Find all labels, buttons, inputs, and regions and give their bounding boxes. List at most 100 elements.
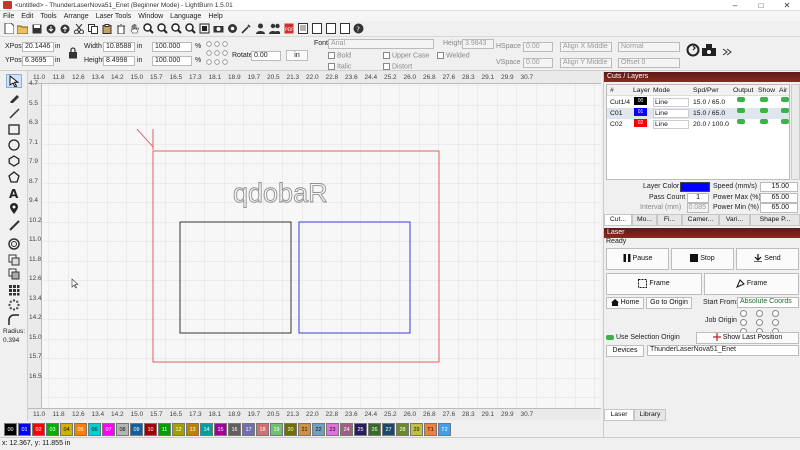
text-mode-select[interactable]: Normal (618, 42, 680, 52)
settings-gear-icon[interactable] (227, 23, 238, 34)
home-button[interactable]: Home (606, 297, 644, 309)
minimize-icon[interactable]: – (722, 0, 748, 11)
tab-camera[interactable]: Camer... (682, 214, 719, 226)
palette-swatch[interactable]: 23 (326, 422, 339, 436)
menu-file[interactable]: File (3, 13, 14, 20)
cut-layer-row[interactable]: C02 02 Line 20.0 / 100.0 (607, 119, 789, 130)
font-height-input[interactable]: 3.9843 (462, 39, 494, 49)
menu-language[interactable]: Language (170, 13, 201, 20)
frame-rect-button[interactable]: Frame (606, 273, 702, 295)
air-toggle[interactable] (781, 97, 789, 102)
start-from-select[interactable]: Absolute Coords (737, 297, 799, 308)
ellipse-tool-icon[interactable] (6, 138, 22, 152)
palette-swatch[interactable]: 16 (228, 422, 241, 436)
polygon-tool-icon[interactable] (6, 154, 22, 168)
bold-option[interactable]: Bold (328, 52, 351, 59)
cut-layer-row[interactable]: Cut1/4 00 Line 15.0 / 65.0 (607, 97, 789, 108)
users-icon[interactable] (269, 23, 280, 34)
close-icon[interactable]: ✕ (774, 0, 800, 11)
job-origin-center[interactable] (756, 319, 763, 326)
pentagon-tool-icon[interactable] (6, 170, 22, 184)
cut-layer-row[interactable]: C01 01 Line 15.0 / 65.0 (607, 108, 789, 119)
palette-swatch[interactable]: 19 (270, 422, 283, 436)
palette-swatch[interactable]: 11 (158, 422, 171, 436)
layer-mode-select[interactable]: Line (653, 120, 689, 129)
new-file-icon[interactable] (3, 23, 14, 34)
offset-input[interactable]: Offset 0 (618, 58, 680, 68)
stop-button[interactable]: Stop (671, 248, 734, 270)
show-toggle[interactable] (760, 97, 768, 102)
palette-swatch[interactable]: 13 (186, 422, 199, 436)
menu-window[interactable]: Window (138, 13, 163, 20)
menu-tools[interactable]: Tools (40, 13, 56, 20)
rectangle-tool-icon[interactable] (6, 122, 22, 136)
tab-move[interactable]: Mo... (632, 214, 657, 226)
zoom-out-icon[interactable] (157, 23, 168, 34)
palette-swatch[interactable]: 12 (172, 422, 185, 436)
palette-swatch[interactable]: 28 (396, 422, 409, 436)
circular-array-icon[interactable] (6, 298, 22, 312)
palette-swatch[interactable]: 03 (46, 422, 59, 436)
palette-swatch[interactable]: 05 (74, 422, 87, 436)
bold-checkbox[interactable] (328, 52, 335, 59)
anchor-grid-icon[interactable] (206, 41, 228, 67)
hspace-input[interactable]: 0.00 (523, 42, 553, 52)
position-laser-icon[interactable] (6, 202, 22, 216)
scale-height-input[interactable]: 100.000 (152, 56, 192, 66)
use-selection-origin-option[interactable]: Use Selection Origin (606, 334, 680, 341)
palette-swatch[interactable]: 09 (130, 422, 143, 436)
boolean-union-icon[interactable] (6, 253, 22, 267)
open-folder-icon[interactable] (17, 23, 28, 34)
maximize-icon[interactable]: □ (748, 0, 774, 11)
palette-swatch[interactable]: 24 (340, 422, 353, 436)
help-icon[interactable]: ? (353, 23, 364, 34)
interval-input[interactable]: 0.085 (687, 203, 709, 213)
vspace-input[interactable]: 0.00 (523, 58, 553, 68)
distort-checkbox[interactable] (383, 63, 390, 70)
palette-swatch[interactable]: T1 (424, 422, 437, 436)
palette-swatch[interactable]: 26 (368, 422, 381, 436)
delete-icon[interactable] (115, 23, 126, 34)
scale-width-input[interactable]: 100.000 (152, 42, 192, 52)
use-selection-origin-toggle[interactable] (606, 334, 614, 340)
layer-mode-select[interactable]: Line (653, 109, 689, 118)
italic-checkbox[interactable] (328, 63, 335, 70)
palette-swatch[interactable]: 22 (312, 422, 325, 436)
palette-swatch[interactable]: 15 (214, 422, 227, 436)
zoom-selection-icon[interactable] (185, 23, 196, 34)
palette-swatch[interactable]: T2 (438, 422, 451, 436)
frame-icon[interactable] (199, 23, 210, 34)
font-select[interactable]: Arial (328, 39, 434, 49)
palette-swatch[interactable]: 14 (200, 422, 213, 436)
pan-hand-icon[interactable] (129, 23, 140, 34)
show-toggle[interactable] (760, 108, 768, 113)
unit-toggle-button[interactable]: in (286, 50, 308, 61)
user-icon[interactable] (255, 23, 266, 34)
show-toggle[interactable] (760, 119, 768, 124)
ypos-input[interactable]: 6.3695 (22, 56, 54, 66)
palette-swatch[interactable]: 04 (60, 422, 73, 436)
power-max-input[interactable]: 65.00 (760, 193, 798, 203)
palette-swatch[interactable]: 07 (102, 422, 115, 436)
select-tool-icon[interactable] (6, 74, 22, 88)
cuts-scrollbar[interactable] (791, 84, 800, 180)
menu-laser-tools[interactable]: Laser Tools (96, 13, 132, 20)
canvas-text-object[interactable]: qdobaR (233, 178, 328, 209)
power-min-input[interactable]: 65.00 (760, 203, 798, 213)
palette-swatch[interactable]: 27 (382, 422, 395, 436)
welded-checkbox[interactable] (437, 52, 444, 59)
layer-mode-select[interactable]: Line (653, 98, 689, 107)
tab-laser[interactable]: Laser (604, 409, 634, 421)
lock-icon[interactable] (68, 47, 78, 61)
copy-icon[interactable] (87, 23, 98, 34)
radius-value[interactable]: 0.394 (3, 337, 19, 344)
tab-shape-properties[interactable]: Shape P... (750, 214, 800, 226)
speed-input[interactable]: 15.00 (760, 182, 798, 192)
frame-rubber-band-button[interactable]: Frame (704, 273, 799, 295)
align-x-select[interactable]: Align X Middle (560, 42, 612, 52)
job-origin-top-center[interactable] (756, 310, 763, 317)
measure-tool-icon[interactable] (6, 218, 22, 232)
text-tool-icon[interactable]: A (6, 186, 22, 200)
export-icon[interactable] (59, 23, 70, 34)
height-input[interactable]: 8.4998 (103, 56, 135, 66)
